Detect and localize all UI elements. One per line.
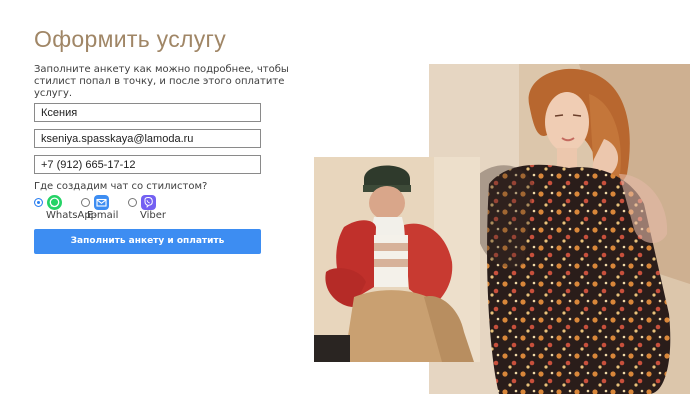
option-label-email: E-mail	[87, 210, 119, 221]
option-label-viber: Viber	[140, 210, 167, 221]
radio-whatsapp[interactable]	[34, 198, 43, 207]
name-field[interactable]	[34, 103, 261, 122]
page-title: Оформить услугу	[34, 26, 227, 52]
radio-email[interactable]	[81, 198, 90, 207]
page-description: Заполните анкету как можно подробнее, чт…	[34, 64, 289, 99]
submit-button[interactable]: Заполнить анкету и оплатить	[34, 229, 261, 254]
chat-question-label: Где создадим чат со стилистом?	[34, 181, 208, 192]
whatsapp-icon	[47, 195, 62, 210]
email-field[interactable]	[34, 129, 261, 148]
radio-viber[interactable]	[128, 198, 137, 207]
viber-icon	[141, 195, 156, 210]
mail-icon	[94, 195, 109, 210]
photo-man	[314, 157, 480, 362]
phone-field[interactable]	[34, 155, 261, 174]
